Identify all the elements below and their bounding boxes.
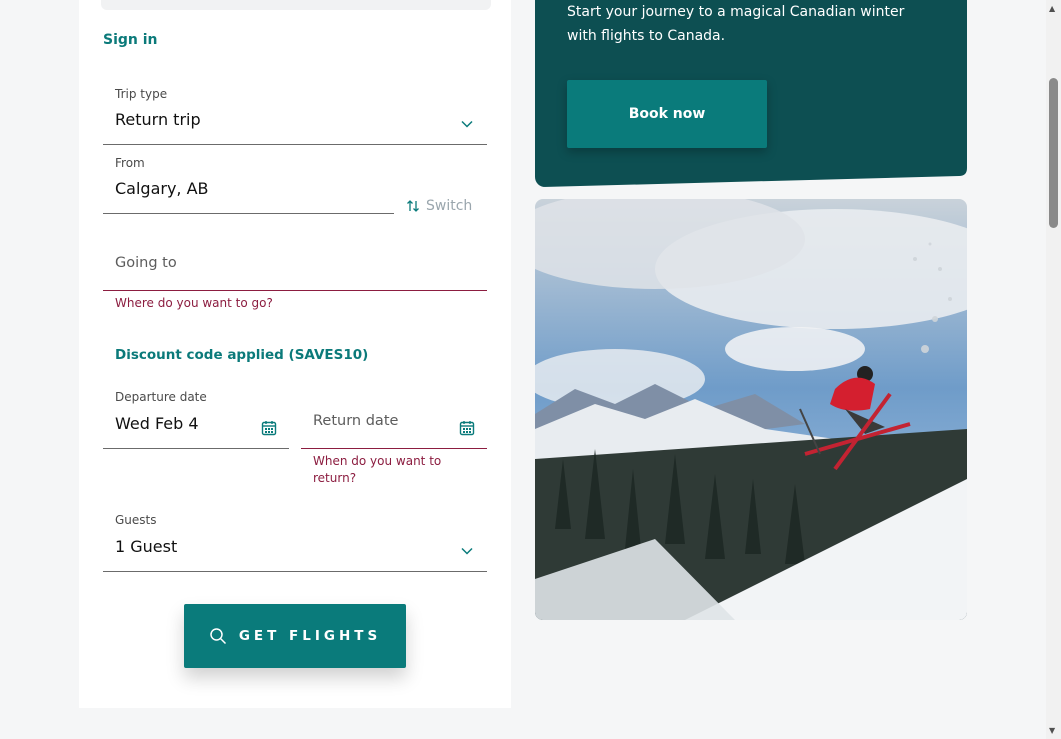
return-error-line1: When do you want to xyxy=(313,454,442,468)
discount-applied-text: Discount code applied (SAVES10) xyxy=(115,347,369,363)
get-flights-button[interactable]: GET FLIGHTS xyxy=(184,604,406,668)
departure-underline xyxy=(103,448,289,449)
switch-arrows-icon xyxy=(407,200,419,212)
search-icon xyxy=(210,628,226,645)
departure-label: Departure date xyxy=(115,390,207,404)
top-strip xyxy=(101,0,491,10)
from-label: From xyxy=(115,156,145,170)
guests-label: Guests xyxy=(115,513,157,527)
sign-in-link[interactable]: Sign in xyxy=(103,32,158,48)
scroll-up-arrow-icon[interactable]: ▲ xyxy=(1049,4,1055,13)
switch-label: Switch xyxy=(426,198,473,214)
chevron-down-icon xyxy=(461,120,473,128)
guests-value: 1 Guest xyxy=(115,537,178,556)
going-to-placeholder: Going to xyxy=(115,255,177,271)
get-flights-label: GET FLIGHTS xyxy=(238,628,382,644)
calendar-icon[interactable] xyxy=(459,420,475,436)
trip-type-value: Return trip xyxy=(115,110,201,129)
chevron-down-icon xyxy=(461,547,473,555)
return-placeholder: Return date xyxy=(313,413,399,429)
skier-photo xyxy=(535,199,967,620)
from-underline xyxy=(103,213,394,214)
book-now-button[interactable]: Book now xyxy=(567,80,767,148)
promo-text: Start your journey to a magical Canadian… xyxy=(567,0,927,48)
going-to-underline xyxy=(103,290,487,291)
guests-underline xyxy=(103,571,487,572)
switch-button[interactable]: Switch xyxy=(406,198,472,214)
calendar-icon[interactable] xyxy=(261,420,277,436)
return-underline xyxy=(301,448,487,449)
going-to-error: Where do you want to go? xyxy=(115,296,273,310)
from-value: Calgary, AB xyxy=(115,179,209,198)
scroll-down-arrow-icon[interactable]: ▼ xyxy=(1049,726,1055,735)
departure-value: Wed Feb 4 xyxy=(115,414,199,433)
promo-line-1: Start your journey to a magical Canadian… xyxy=(567,4,905,20)
trip-type-label: Trip type xyxy=(115,87,168,101)
scrollbar-thumb[interactable] xyxy=(1049,78,1058,228)
return-error-line2: return? xyxy=(313,471,357,485)
promo-line-2: with flights to Canada. xyxy=(567,28,726,44)
trip-type-underline xyxy=(103,144,487,145)
